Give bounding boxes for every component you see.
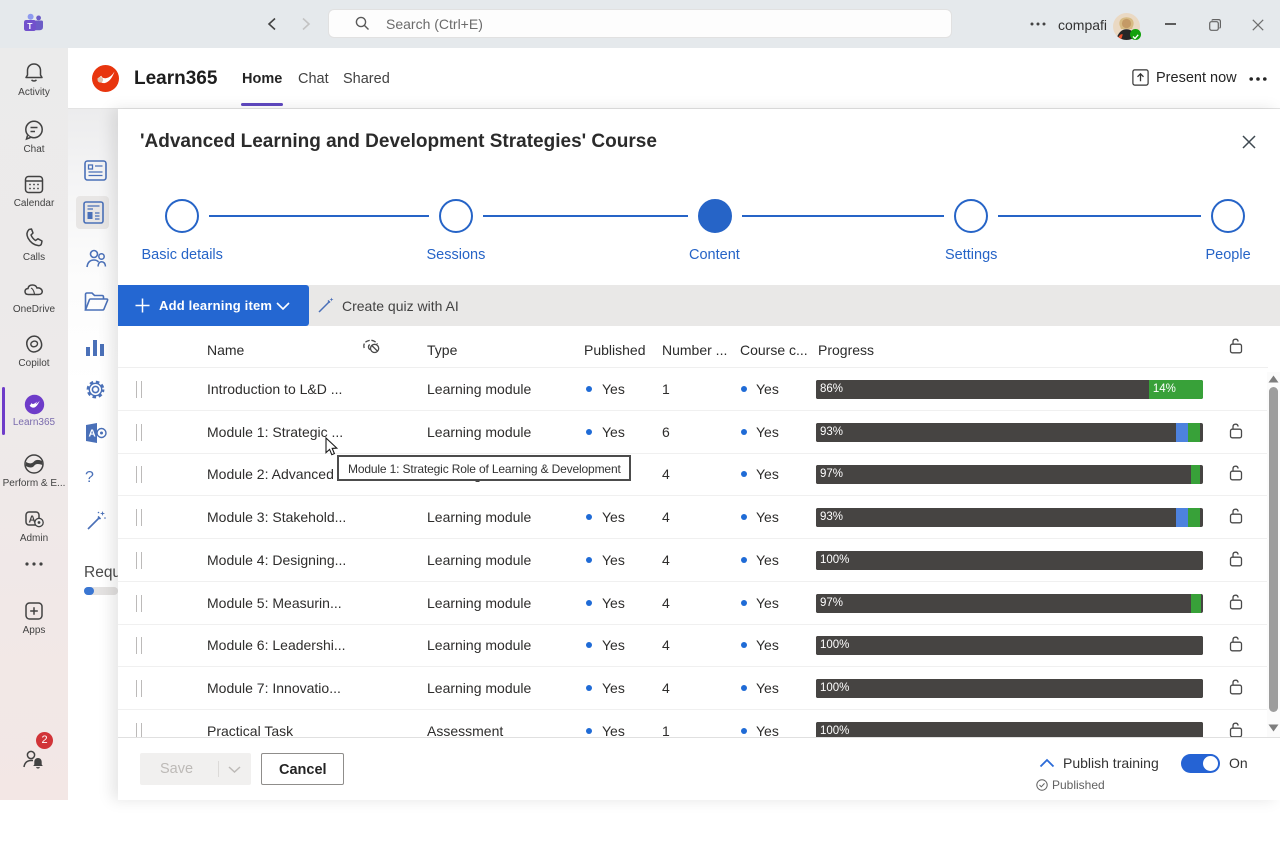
svg-text:A: A — [89, 429, 96, 440]
svg-text:T: T — [27, 21, 33, 31]
svg-text:?: ? — [85, 469, 94, 486]
